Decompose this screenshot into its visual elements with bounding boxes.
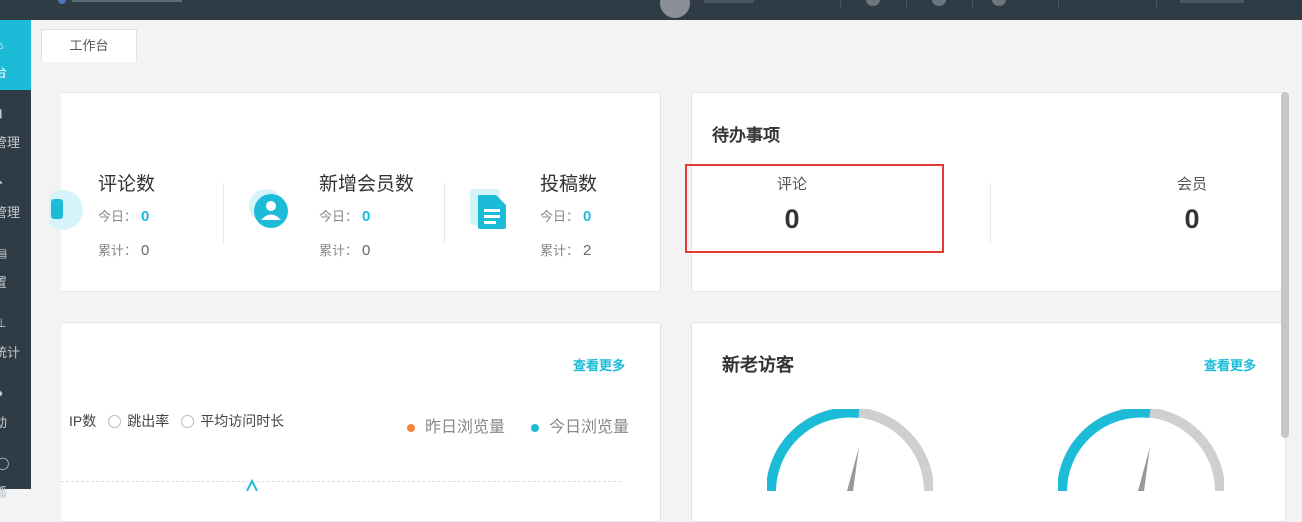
legend-label: 昨日浏览量	[425, 419, 506, 436]
todo-item-members[interactable]: 会员 0	[1162, 173, 1222, 235]
stat-today: 今日： 0	[319, 206, 370, 225]
chart-icon: ⊥	[0, 316, 7, 330]
user-icon	[249, 189, 288, 228]
user-name[interactable]	[704, 0, 754, 3]
divider	[1058, 0, 1059, 8]
metric-bounce-rate[interactable]: 跳出率	[127, 413, 169, 429]
info-icon: ◯	[0, 456, 10, 470]
divider	[972, 0, 973, 8]
moon-icon[interactable]	[992, 0, 1006, 6]
today-label: 今日：	[98, 209, 138, 224]
total-label: 累计：	[98, 243, 138, 258]
gauge-new-visitors	[767, 409, 933, 491]
highlight-box	[685, 164, 944, 253]
stat-today: 今日： 0	[540, 206, 591, 225]
total-value: 0	[362, 242, 371, 259]
radio-bounce[interactable]	[108, 414, 122, 428]
user-icon: ●	[0, 387, 6, 399]
today-value: 0	[583, 208, 592, 225]
main-content: 评论数 今日： 0 累计： 0 新增会员数 今日： 0 累计： 0 投稿数 今日…	[31, 62, 1302, 522]
today-label: 今日：	[540, 209, 580, 224]
total-value: 0	[141, 242, 150, 259]
view-more-link[interactable]: 查看更多	[573, 355, 625, 374]
legend-today[interactable]: 今日浏览量	[531, 413, 629, 437]
divider	[223, 183, 224, 243]
tab-strip: 工作台	[31, 20, 1302, 62]
legend-label: 今日浏览量	[549, 419, 630, 436]
sidebar-item-settings[interactable]: ▤ 置	[0, 230, 31, 300]
stat-title: 新增会员数	[319, 174, 415, 195]
traffic-panel: 查看更多 IP数 跳出率 平均访问时长 昨日浏览量 今日浏览量	[61, 322, 661, 522]
top-bar	[0, 0, 1302, 20]
stat-today: 今日： 0	[98, 206, 149, 225]
chart-gridline	[61, 481, 621, 482]
sidebar-item-label: 统计	[0, 345, 21, 360]
logo-text	[72, 0, 182, 2]
sidebar-item-content[interactable]: ▮ 管理	[0, 90, 31, 160]
avatar[interactable]	[660, 0, 690, 18]
sidebar-item-dashboard[interactable]: ⌂ 台	[0, 20, 31, 90]
language-selector[interactable]	[1180, 0, 1244, 3]
radio-duration[interactable]	[181, 414, 195, 428]
metric-avg-duration[interactable]: 平均访问时长	[200, 413, 284, 429]
stat-submissions: 投稿数 今日： 0 累计： 2	[470, 93, 660, 293]
sidebar-item-info[interactable]: ◯ 播	[0, 440, 31, 510]
scrollbar[interactable]	[1281, 92, 1289, 438]
divider	[990, 183, 991, 243]
today-value: 0	[362, 208, 371, 225]
settings-icon: ▤	[0, 246, 8, 260]
divider	[1156, 0, 1157, 8]
sidebar-item-statistics[interactable]: ⊥ 统计	[0, 300, 31, 370]
divider	[444, 183, 445, 243]
today-value: 0	[141, 208, 150, 225]
stat-total: 累计： 0	[319, 240, 370, 259]
legend-dot	[407, 423, 415, 432]
sidebar-item-label: 台	[0, 65, 8, 80]
sidebar-item-activity[interactable]: ● 动	[0, 370, 31, 440]
doc-icon: ▮	[0, 107, 6, 119]
metric-options: IP数 跳出率 平均访问时长	[69, 411, 284, 431]
total-label: 累计：	[319, 243, 359, 258]
sidebar-item-label: 播	[0, 485, 8, 500]
todo-value: 0	[1184, 204, 1200, 234]
view-more-link[interactable]: 查看更多	[1204, 355, 1256, 374]
metric-ip[interactable]: IP数	[69, 413, 96, 429]
stat-new-members: 新增会员数 今日： 0 累计： 0	[247, 93, 467, 293]
todo-label: 会员	[1176, 176, 1207, 193]
stat-title: 评论数	[98, 174, 156, 195]
stat-total: 累计： 0	[98, 240, 149, 259]
stat-title: 投稿数	[540, 174, 598, 195]
logo[interactable]	[50, 0, 190, 5]
sidebar-item-label: 管理	[0, 205, 21, 220]
todo-title: 待办事项	[712, 126, 780, 145]
divider	[906, 0, 907, 8]
legend-dot	[531, 423, 539, 432]
palette-icon: ◔	[0, 177, 6, 189]
divider	[840, 0, 841, 8]
stats-panel: 评论数 今日： 0 累计： 0 新增会员数 今日： 0 累计： 0 投稿数 今日…	[49, 92, 661, 293]
sidebar: ⌂ 台 ▮ 管理 ◔ 管理 ▤ 置 ⊥ 统计 ● 动 ◯ 播	[0, 20, 31, 500]
logo-icon	[58, 0, 66, 4]
sidebar-item-label: 管理	[0, 135, 21, 150]
stat-total: 累计： 2	[540, 240, 591, 259]
document-icon	[470, 189, 506, 229]
comment-icon	[49, 190, 83, 230]
tab-dashboard[interactable]: 工作台	[41, 29, 137, 62]
total-label: 累计：	[540, 243, 580, 258]
visitors-panel: 新老访客 查看更多	[691, 322, 1286, 522]
home-icon: ⌂	[0, 39, 6, 51]
user-icon[interactable]	[932, 0, 946, 6]
legend-yesterday[interactable]: 昨日浏览量	[407, 413, 505, 437]
bell-icon[interactable]	[866, 0, 880, 6]
sidebar-item-label: 动	[0, 415, 8, 430]
chart-marker	[246, 479, 258, 491]
sidebar-item-theme[interactable]: ◔ 管理	[0, 160, 31, 230]
visitors-title: 新老访客	[722, 355, 794, 375]
sidebar-item-label: 置	[0, 275, 8, 290]
total-value: 2	[583, 242, 592, 259]
gauge-returning-visitors	[1058, 409, 1224, 491]
today-label: 今日：	[319, 209, 359, 224]
